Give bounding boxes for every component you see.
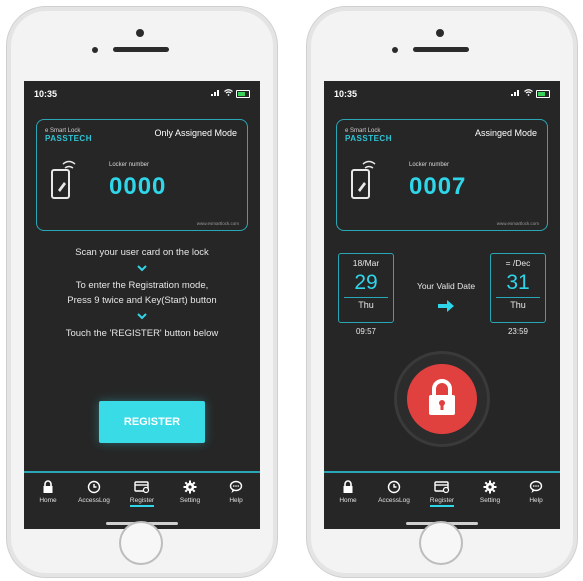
brand-name: PASSTECH <box>45 134 92 143</box>
tab-label: Register <box>129 497 155 507</box>
locker-card: e Smart Lock PASSTECH Assinged Mode Lock… <box>336 119 548 231</box>
tab-accesslog[interactable]: AccessLog <box>372 480 416 504</box>
register-screen: 10:35 e Smart Lock PASSTECH Only Assigne… <box>24 81 260 529</box>
sensor-dot <box>392 47 398 53</box>
valid-start-date: 18/Mar 29 Thu <box>338 253 394 323</box>
brand-name: PASSTECH <box>345 134 392 143</box>
registration-instructions: Scan your user card on the lock To enter… <box>24 247 260 339</box>
tab-label: Setting <box>179 497 201 504</box>
end-time: 23:59 <box>507 327 529 336</box>
locker-number: 0007 <box>409 173 467 200</box>
nfc-phone-icon <box>51 160 76 199</box>
locker-number: 0000 <box>109 173 167 200</box>
mode-label: Only Assigned Mode <box>154 128 237 138</box>
phone-frame-left: 10:35 e Smart Lock PASSTECH Only Assigne… <box>6 6 278 578</box>
battery-icon <box>236 89 250 98</box>
clock-icon <box>387 480 401 494</box>
home-screen: 10:35 e Smart Lock PASSTECH Assinged Mod… <box>324 81 560 529</box>
battery-icon <box>536 89 550 98</box>
website-label: www.esmartlock.com <box>196 221 239 226</box>
start-day: 29 <box>354 271 378 294</box>
status-bar: 10:35 <box>34 89 250 103</box>
tab-register[interactable]: Register <box>420 480 464 507</box>
lock-icon <box>43 480 53 493</box>
end-weekday: Thu <box>510 300 526 310</box>
brand-logo: e Smart Lock PASSTECH <box>345 128 392 143</box>
tab-help[interactable]: Help <box>514 480 558 504</box>
tab-register[interactable]: Register <box>120 480 164 507</box>
tab-label: Help <box>229 497 243 504</box>
status-time: 10:35 <box>34 89 58 99</box>
status-icons <box>210 89 250 98</box>
chevron-down-icon <box>137 313 147 320</box>
chat-bubble-icon <box>229 480 243 493</box>
home-button[interactable] <box>419 521 463 565</box>
end-month: = /Dec <box>505 258 531 268</box>
lock-button-face[interactable] <box>407 364 477 434</box>
start-weekday: Thu <box>358 300 374 310</box>
tab-home[interactable]: Home <box>26 480 70 504</box>
wifi-icon <box>523 89 533 96</box>
divider <box>496 297 540 298</box>
phone-frame-right: 10:35 e Smart Lock PASSTECH Assinged Mod… <box>306 6 578 578</box>
tab-label: Setting <box>479 497 501 504</box>
tab-help[interactable]: Help <box>214 480 258 504</box>
tab-label: AccessLog <box>78 497 110 504</box>
status-icons <box>510 89 550 98</box>
end-day: 31 <box>506 271 530 294</box>
website-label: www.esmartlock.com <box>496 221 539 226</box>
register-button[interactable]: REGISTER <box>99 401 205 443</box>
valid-date-label: Your Valid Date <box>416 281 476 291</box>
card-register-icon <box>134 481 150 494</box>
tab-label: Register <box>429 497 455 507</box>
tab-label: Home <box>339 497 357 504</box>
tab-label: Home <box>39 497 57 504</box>
signal-icon <box>510 90 519 96</box>
gear-icon <box>483 480 497 494</box>
card-register-icon <box>434 481 450 494</box>
mode-label: Assinged Mode <box>474 128 537 138</box>
arrow-right-icon <box>438 300 454 312</box>
instruction-step-3: Touch the 'REGISTER' button below <box>65 328 219 339</box>
tab-setting[interactable]: Setting <box>468 480 512 504</box>
brand-logo: e Smart Lock PASSTECH <box>45 128 92 143</box>
valid-end-date: = /Dec 31 Thu <box>490 253 546 323</box>
start-time: 09:57 <box>355 327 377 336</box>
gear-icon <box>183 480 197 494</box>
instruction-step-2a: To enter the Registration mode, <box>75 280 209 291</box>
signal-icon <box>210 90 219 96</box>
chat-bubble-icon <box>529 480 543 493</box>
padlock-icon <box>429 379 455 415</box>
speaker-grille <box>113 47 169 52</box>
lock-icon <box>343 480 353 493</box>
wifi-icon <box>223 89 233 96</box>
tab-label: AccessLog <box>378 497 410 504</box>
status-time: 10:35 <box>334 89 358 99</box>
nfc-phone-icon <box>351 160 376 199</box>
locker-number-label: Locker number <box>109 162 150 168</box>
speaker-grille <box>413 47 469 52</box>
instruction-step-2b: Press 9 twice and Key(Start) button <box>67 295 217 306</box>
divider <box>344 297 388 298</box>
front-camera <box>136 29 144 37</box>
clock-icon <box>87 480 101 494</box>
chevron-down-icon <box>137 265 147 272</box>
start-month: 18/Mar <box>352 258 380 268</box>
home-button[interactable] <box>119 521 163 565</box>
sensor-dot <box>92 47 98 53</box>
lock-button[interactable] <box>394 351 490 447</box>
front-camera <box>436 29 444 37</box>
status-bar: 10:35 <box>334 89 550 103</box>
tab-home[interactable]: Home <box>326 480 370 504</box>
locker-card: e Smart Lock PASSTECH Only Assigned Mode… <box>36 119 248 231</box>
locker-number-label: Locker number <box>409 162 450 168</box>
instruction-step-1: Scan your user card on the lock <box>75 247 209 258</box>
tab-label: Help <box>529 497 543 504</box>
tab-accesslog[interactable]: AccessLog <box>72 480 116 504</box>
tab-setting[interactable]: Setting <box>168 480 212 504</box>
